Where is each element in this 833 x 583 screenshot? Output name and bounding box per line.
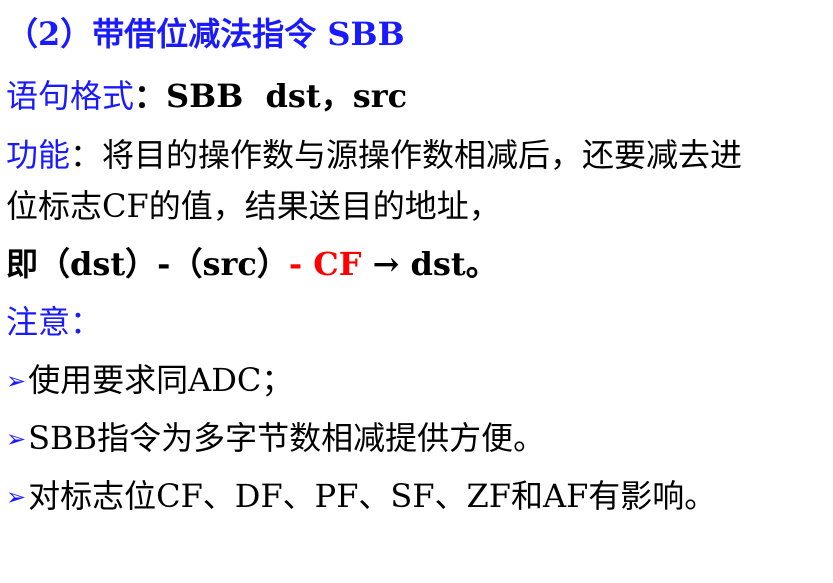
note-item: ➢使用要求同ADC； <box>6 360 293 401</box>
note-item: ➢对标志位CF、DF、PF、SF、ZF和AF有影响。 <box>6 476 716 517</box>
note-item-text: 使用要求同ADC； <box>28 361 294 399</box>
arrow-bullet-icon: ➢ <box>6 483 27 511</box>
formula-prefix: 即（dst）-（src） <box>6 245 289 283</box>
function-text-line1: 将目的操作数与源操作数相减后，还要减去进 <box>102 136 743 174</box>
syntax-colon: ： <box>134 77 167 115</box>
note-item: ➢SBB指令为多字节数相减提供方便。 <box>6 418 545 459</box>
arrow-bullet-icon: ➢ <box>6 367 27 395</box>
notes-label: 注意： <box>6 303 103 341</box>
note-item-text: SBB指令为多字节数相减提供方便。 <box>28 419 546 457</box>
function-colon: ： <box>70 136 103 174</box>
formula-suffix: → dst。 <box>361 245 498 283</box>
arrow-bullet-icon: ➢ <box>6 425 27 453</box>
section-heading: （2）带借位减法指令 SBB <box>6 15 405 53</box>
syntax-value: SBB dst，src <box>166 77 408 115</box>
formula-line: 即（dst）-（src）- CF → dst。 <box>6 244 498 284</box>
syntax-label: 语句格式 <box>6 77 135 115</box>
note-item-text: 对标志位CF、DF、PF、SF、ZF和AF有影响。 <box>28 477 717 515</box>
function-line: 功能：将目的操作数与源操作数相减后，还要减去进 <box>6 135 742 175</box>
function-label: 功能 <box>6 136 71 174</box>
function-text-line2: 位标志CF的值，结果送目的地址， <box>6 187 501 225</box>
formula-cf: - CF <box>288 245 362 283</box>
syntax-line: 语句格式：SBB dst，src <box>6 76 407 116</box>
